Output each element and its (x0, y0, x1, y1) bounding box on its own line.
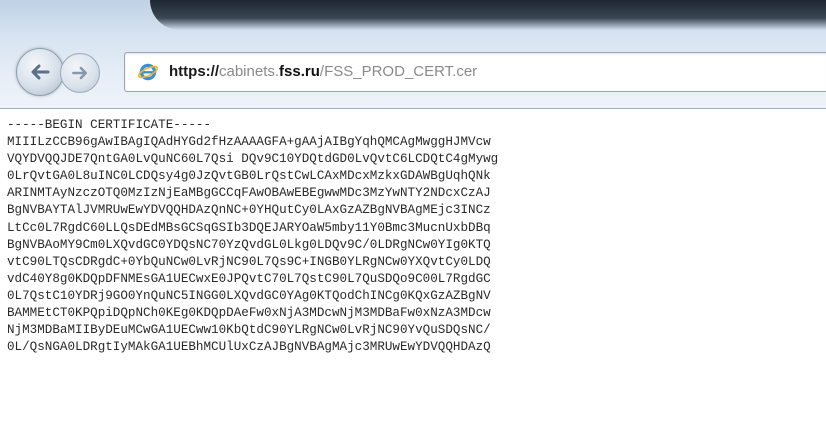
cert-line: BgNVBAYTAlJVMRUwEwYDVQQHDAzQnNC+0YHQutCy… (7, 203, 491, 218)
cert-line: BAMMEtCT0KPQpiDQpNCh0KEg0KDQpDAeFw0xNjA3… (7, 306, 491, 321)
back-arrow-icon (31, 64, 50, 80)
document-content: -----BEGIN CERTIFICATE----- MIIILzCCB96g… (0, 109, 826, 427)
cert-line: LtCc0L7RgdC60LLQsDEdMBsGCSqGSIb3DQEJARYO… (7, 220, 491, 235)
cert-line: -----BEGIN CERTIFICATE----- (7, 118, 212, 132)
cert-line: vtC90LTQsCDRgdC+0YbQuNCw0LvRjNC90L7Qs9C+… (7, 254, 491, 269)
url-path: /FSS_PROD_CERT.cer (319, 63, 478, 80)
cert-line: NjM3MDBaMIIByDEuMCwGA1UECww10KbQtdC90YLR… (7, 323, 491, 338)
cert-line: VQYDVQQJDE7QntGA0LvQuNC60L7Qsi DQv9C10YD… (7, 152, 499, 167)
certificate-text: -----BEGIN CERTIFICATE----- MIIILzCCB96g… (7, 117, 498, 356)
cert-line: ARINMTAyNzczOTQ0MzIzNjEaMBgGCCqFAwOBAwEB… (7, 186, 491, 201)
url-domain: fss.ru (279, 63, 320, 80)
cert-line: vdC40Y8g0KDQpDFNMEsGA1UECwxE0JPQvtC70L7Q… (7, 271, 491, 286)
cert-line: 0L7QstC10YDRj9GO0YnQuNC5INGG0LXQvdGC0YAg… (7, 288, 491, 303)
url-text[interactable]: https://cabinets.fss.ru/FSS_PROD_CERT.ce… (169, 62, 477, 82)
internet-explorer-icon (137, 63, 159, 81)
address-bar[interactable]: https://cabinets.fss.ru/FSS_PROD_CERT.ce… (124, 52, 826, 92)
url-scheme: https:// (169, 63, 219, 80)
cert-line: 0LrQvtGA0L8uINC0LCDQsy4g0JzQvtGB0LrQstCw… (7, 169, 491, 184)
forward-button[interactable] (60, 53, 100, 93)
browser-toolbar: https://cabinets.fss.ru/FSS_PROD_CERT.ce… (0, 0, 826, 109)
forward-arrow-icon (72, 66, 88, 80)
window-titlebar (150, 0, 826, 30)
back-button[interactable] (16, 48, 64, 96)
cert-line: BgNVBAoMY9Cm0LXQvdGC0YDQsNC70YzQvdGL0Lkg… (7, 237, 491, 252)
url-domain-prefix: cabinets. (219, 63, 280, 80)
cert-line: 0L/QsNGA0LDRgtIyMAkGA1UEBhMCUlUxCzAJBgNV… (7, 340, 491, 355)
cert-line: MIIILzCCB96gAwIBAgIQAdHYGd2fHzAAAAGFA+gA… (7, 135, 491, 150)
